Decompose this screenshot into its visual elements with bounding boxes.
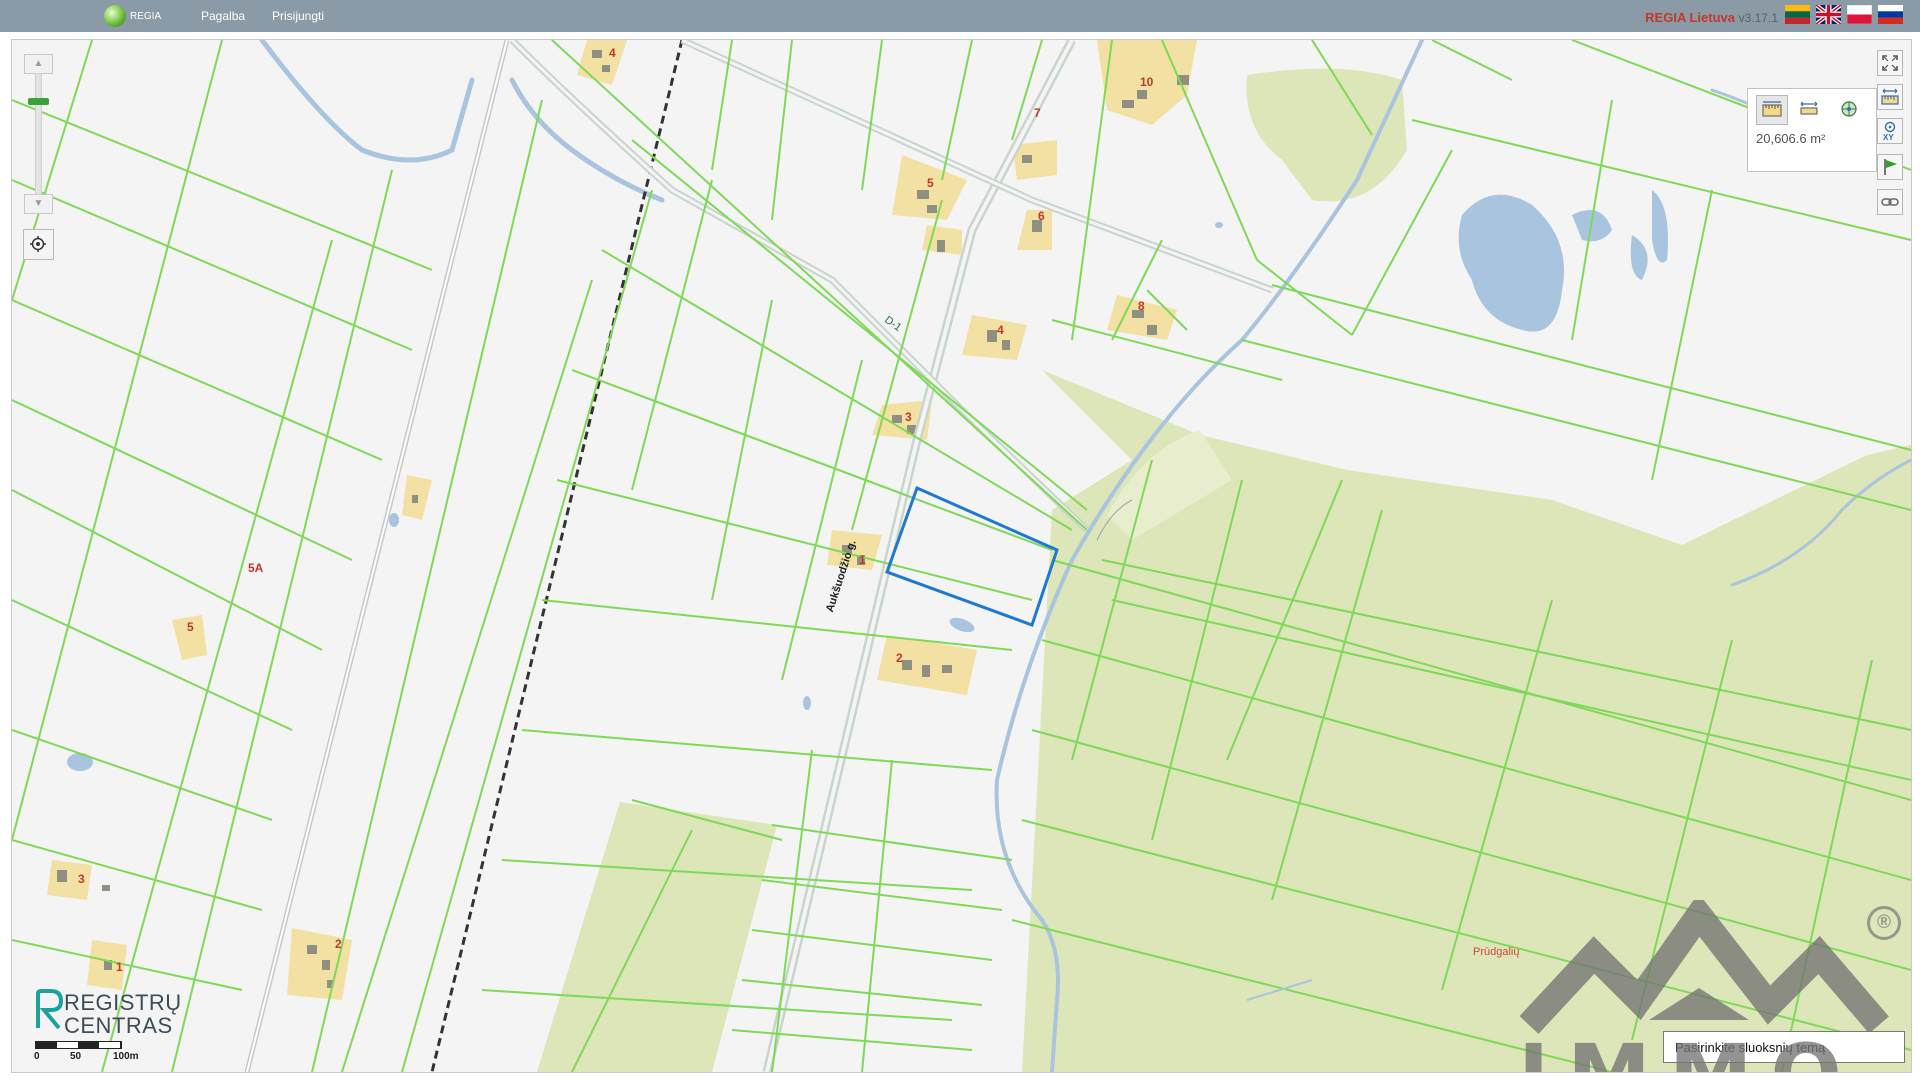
brand-name: REGIA Lietuva: [1645, 10, 1735, 25]
brand: REGIA Lietuva v3.17.1: [1645, 10, 1778, 25]
pond: [949, 617, 975, 633]
place-name-label: Prūdgalių: [1473, 946, 1520, 958]
locate-button[interactable]: [23, 229, 54, 260]
regia-logo-icon[interactable]: [104, 5, 126, 27]
measure-point-button[interactable]: [1834, 95, 1864, 123]
zoom-out-button[interactable]: ▼: [24, 194, 53, 214]
top-bar: REGIA Pagalba Prisijungti REGIA Lietuva …: [0, 0, 1920, 32]
measure-area-button[interactable]: [1756, 95, 1788, 125]
house-number-label: 4: [609, 46, 616, 60]
marker-button[interactable]: [1877, 154, 1903, 180]
coordinates-xy-icon: XY: [1883, 121, 1896, 142]
measure-area-icon: [1762, 101, 1782, 117]
house-number-label: 4: [997, 323, 1004, 337]
house-number-label: 7: [1034, 106, 1041, 120]
svg-text:XY: XY: [1883, 133, 1894, 142]
measure-tool-button[interactable]: [1877, 84, 1903, 110]
scale-bar: [35, 1041, 122, 1049]
crosshair-icon: [30, 236, 46, 252]
forest-area: [1246, 68, 1407, 202]
measure-result: 20,606.6 m²: [1756, 131, 1826, 146]
flag-russia-icon[interactable]: [1878, 5, 1903, 24]
measure-point-icon: [1841, 101, 1857, 117]
house-number-label: 2: [896, 651, 903, 665]
pond: [1652, 190, 1668, 263]
logo-label[interactable]: REGIA: [130, 11, 161, 22]
house-number-label: 3: [905, 410, 912, 424]
share-link-button[interactable]: [1877, 189, 1903, 215]
scale-label-50: 50: [70, 1051, 82, 1062]
provider-name-line1: REGISTRŲ: [64, 990, 182, 1015]
flag-lithuania-icon[interactable]: [1785, 5, 1810, 24]
app-version: v3.17.1: [1738, 11, 1778, 25]
house-number-label: 1: [116, 960, 123, 974]
measure-distance-icon: [1800, 101, 1818, 115]
fullscreen-icon: [1882, 55, 1898, 71]
house-number-label: 2: [335, 937, 342, 951]
pond: [1215, 222, 1223, 228]
measure-distance-button[interactable]: [1794, 95, 1824, 123]
lake: [1458, 194, 1564, 332]
house-number-label: 3: [78, 872, 85, 886]
flag-uk-icon[interactable]: [1816, 5, 1841, 24]
coordinates-button[interactable]: XY: [1877, 118, 1903, 144]
zoom-slider-handle[interactable]: [28, 98, 49, 105]
house-number-label: 8: [1138, 299, 1145, 313]
house-number-label: 10: [1140, 75, 1154, 89]
measure-panel: 20,606.6 m²: [1747, 88, 1877, 172]
scale-label-0: 0: [34, 1051, 40, 1062]
measure-icon: [1881, 88, 1899, 105]
link-icon: [1881, 198, 1899, 206]
pond: [389, 513, 399, 527]
flag-poland-icon[interactable]: [1847, 5, 1872, 24]
provider-name-line2: CENTRAS: [64, 1013, 173, 1038]
house-number-label: 5: [187, 620, 194, 634]
nav-login-link[interactable]: Prisijungti: [272, 9, 324, 23]
house-number-label: 1: [859, 553, 866, 567]
scale-label-100: 100m: [113, 1051, 139, 1062]
flag-marker-icon: [1884, 159, 1897, 175]
house-number-label: 5: [927, 176, 934, 190]
zoom-in-button[interactable]: ▲: [24, 54, 53, 74]
parcel-number-label: 5A: [248, 561, 264, 575]
registered-mark: ®: [1867, 906, 1901, 940]
fullscreen-button[interactable]: [1877, 50, 1903, 76]
house-number-label: 6: [1038, 209, 1045, 223]
registru-centras-logo-icon: [36, 989, 64, 1030]
pond: [1630, 235, 1648, 280]
pond: [803, 696, 811, 710]
nav-help-link[interactable]: Pagalba: [201, 9, 245, 23]
selected-parcel[interactable]: [885, 485, 1059, 627]
map-view[interactable]: Aukšuodžio g. D-1 Prūdgalių 5A 4 10 7 5 …: [11, 39, 1912, 1073]
zoom-slider-track[interactable]: [35, 73, 42, 196]
watermark-text: IMMO.LT: [1518, 1033, 1911, 1072]
